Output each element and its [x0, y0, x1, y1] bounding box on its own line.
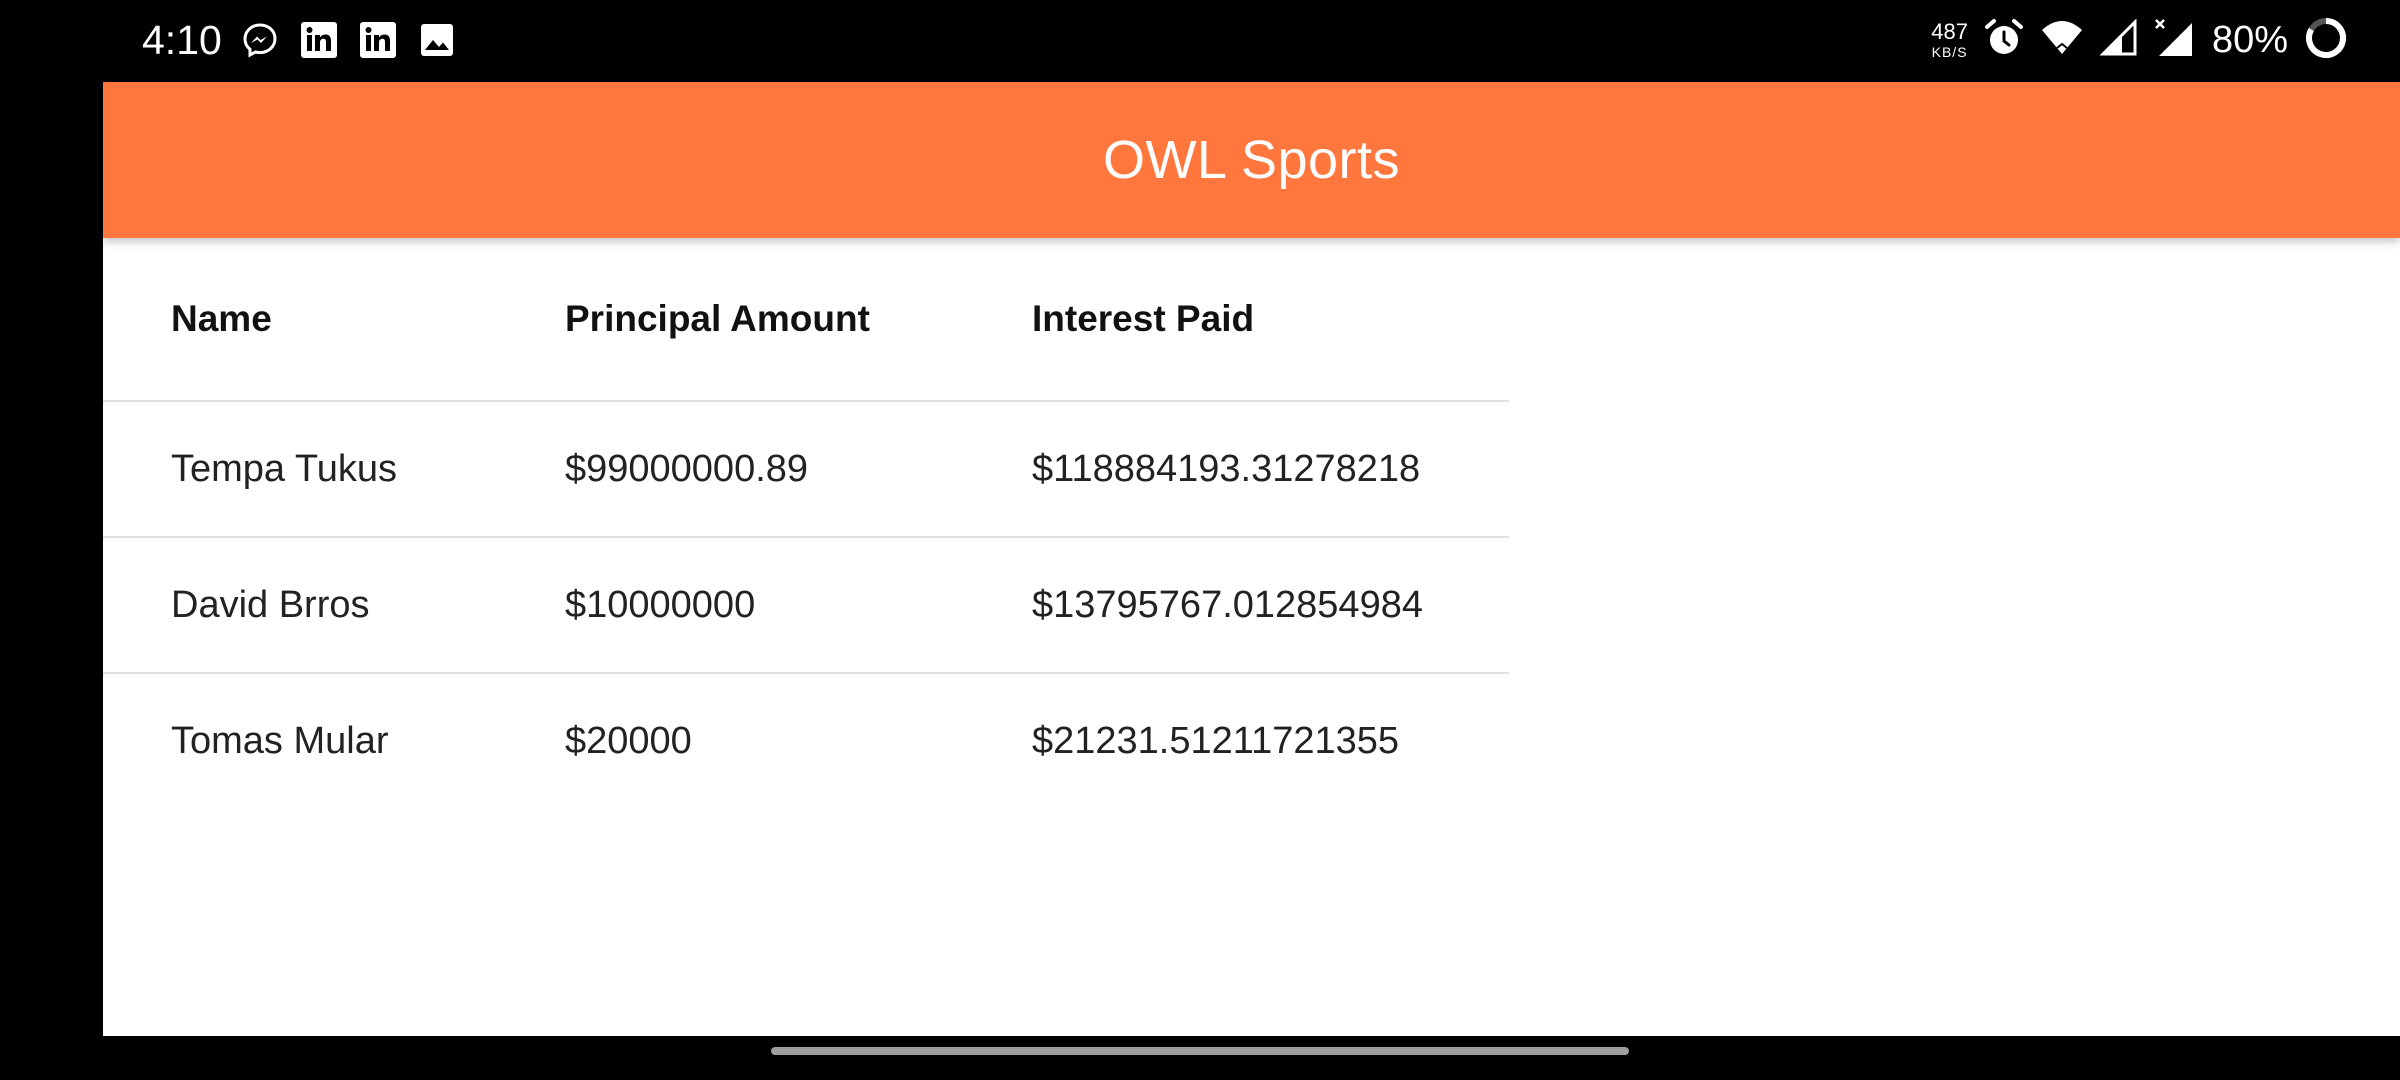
- table-row[interactable]: Tomas Mular $20000 $21231.51211721355: [103, 674, 1509, 808]
- column-header-name[interactable]: Name: [171, 238, 272, 400]
- messenger-icon: [240, 20, 279, 59]
- status-indicators: 487 KB/S 80%: [1931, 14, 2348, 66]
- status-bar: 4:10 487 KB/S 80%: [0, 0, 2400, 80]
- battery-percentage: 80%: [2211, 18, 2288, 61]
- app-content: OWL Sports Name Principal Amount Interes…: [103, 82, 2400, 1036]
- cell-principal-amount: $20000: [565, 719, 692, 762]
- device-screen: 4:10 487 KB/S 80% OWL Sports Name Princi…: [0, 0, 2400, 1080]
- notification-icons: [240, 20, 456, 59]
- image-icon: [417, 20, 456, 59]
- data-table: Name Principal Amount Interest Paid Temp…: [103, 238, 1509, 808]
- signal-x-icon: [2154, 18, 2196, 63]
- network-speed-unit: KB/S: [1931, 44, 1968, 60]
- alarm-icon: [1984, 18, 2024, 63]
- signal-icon: [2099, 17, 2138, 62]
- cell-interest-paid: $13795767.012854984: [1032, 583, 1423, 626]
- cell-name: Tempa Tukus: [171, 447, 397, 490]
- table-row[interactable]: Tempa Tukus $99000000.89 $118884193.3127…: [103, 402, 1509, 538]
- cell-name: David Brros: [171, 583, 370, 626]
- network-speed: 487 KB/S: [1931, 19, 1968, 60]
- battery-icon: [2304, 16, 2348, 65]
- linkedin-icon: [299, 20, 338, 59]
- cell-name: Tomas Mular: [171, 719, 389, 762]
- wifi-icon: [2040, 18, 2084, 63]
- cell-interest-paid: $21231.51211721355: [1032, 719, 1400, 762]
- home-gesture-bar[interactable]: [771, 1047, 1629, 1055]
- app-bar: OWL Sports: [103, 82, 2400, 238]
- column-header-principal-amount[interactable]: Principal Amount: [565, 238, 870, 400]
- network-speed-value: 487: [1931, 19, 1968, 44]
- table-header-row: Name Principal Amount Interest Paid: [103, 238, 1509, 402]
- cell-interest-paid: $118884193.31278218: [1032, 447, 1421, 490]
- cell-principal-amount: $10000000: [565, 583, 756, 626]
- table-row[interactable]: David Brros $10000000 $13795767.01285498…: [103, 538, 1509, 674]
- status-time: 4:10: [142, 17, 222, 63]
- cell-principal-amount: $99000000.89: [565, 447, 809, 490]
- app-title: OWL Sports: [1102, 130, 1401, 190]
- linkedin-icon: [358, 20, 397, 59]
- column-header-interest-paid[interactable]: Interest Paid: [1032, 238, 1254, 400]
